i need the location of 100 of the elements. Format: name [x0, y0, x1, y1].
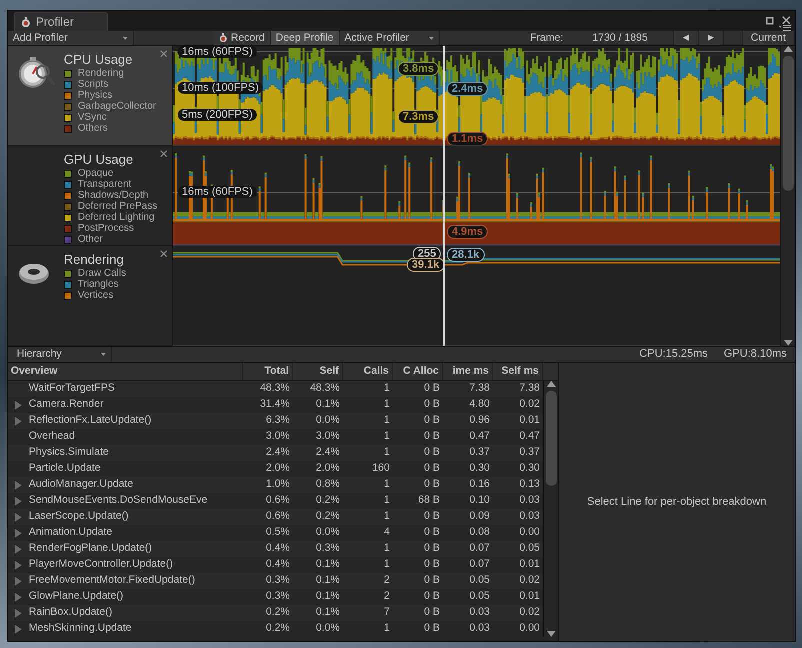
record-button[interactable]: Record	[214, 31, 271, 45]
function-name[interactable]: PlayerMoveController.Update()	[29, 557, 174, 573]
table-cell-text: 0 B	[423, 381, 441, 396]
legend-label: Deferred Lighting	[78, 212, 155, 223]
table-cell-text: 0.01	[518, 589, 541, 604]
value-label: 2.4ms	[447, 82, 488, 96]
profiler-title: CPU Usage	[64, 52, 134, 67]
scrollbar[interactable]	[780, 46, 795, 346]
column-header[interactable]: C Alloc	[393, 363, 443, 380]
active-profiler-dropdown[interactable]: Active Profiler	[340, 31, 440, 45]
function-name[interactable]: MeshSkinning.Update	[29, 621, 132, 637]
table-cell-text: 0.01	[518, 413, 541, 428]
function-name[interactable]: GlowPlane.Update()	[29, 589, 124, 605]
table-cell-text: 2.0%	[315, 461, 341, 476]
table-cell-text: 0 B	[423, 477, 441, 492]
maximize-icon[interactable]	[766, 16, 774, 24]
table-cell-text: 1	[383, 477, 391, 492]
table-cell-text: 0.1%	[315, 557, 341, 572]
next-frame-button[interactable]: ▶	[698, 31, 724, 45]
table-cell-text: 2.4%	[265, 445, 291, 460]
table-cell-text: 0.09	[468, 509, 491, 524]
table-cell-text: 4.80	[468, 397, 491, 412]
placeholder-message: Select Line for per-object breakdown	[587, 494, 767, 510]
deep-profile-button[interactable]: Deep Profile	[270, 31, 340, 45]
function-name[interactable]: ReflectionFx.LateUpdate()	[29, 413, 152, 429]
scrollbar[interactable]	[543, 381, 558, 637]
table-cell-text: 0 B	[423, 509, 441, 524]
table-cell-text: 1	[383, 397, 391, 412]
function-name[interactable]: RenderFogPlane.Update()	[29, 541, 152, 557]
column-header[interactable]: ime ms	[443, 363, 493, 380]
column-header[interactable]: Overview	[8, 363, 243, 380]
table-cell-text: 1	[383, 429, 391, 444]
table-cell-text: 31.4%	[259, 397, 291, 412]
table-cell-text: 0 B	[423, 429, 441, 444]
table-cell-text: 0.0%	[315, 621, 341, 636]
function-name[interactable]: WaitForTargetFPS	[29, 381, 115, 397]
function-name[interactable]: RainBox.Update()	[29, 605, 112, 621]
table-cell-text: 160	[371, 461, 391, 476]
legend-label: PostProcess	[78, 223, 134, 234]
table-cell-text: 0 B	[423, 557, 441, 572]
table-cell-text: 2	[383, 589, 391, 604]
profiler-panel[interactable]: GPU Usage Opaque Transparent Shadows/Depth Deferred PrePass Deferred Lighting PostProcess Other	[8, 146, 172, 246]
column-header[interactable]: Self	[293, 363, 343, 380]
legend-label: Others	[78, 123, 108, 134]
function-name[interactable]: AudioManager.Update	[29, 477, 134, 493]
table-cell-text: 0.03	[518, 509, 541, 524]
previous-frame-button[interactable]: ◀	[672, 31, 699, 45]
close-icon[interactable]	[782, 16, 791, 25]
table-cell-text: 0.5%	[265, 525, 291, 540]
legend-label: Shadows/Depth	[78, 190, 149, 201]
function-name[interactable]: Overhead	[29, 429, 76, 445]
table-cell-text: 0.8%	[315, 477, 341, 492]
column-header[interactable]: Self ms	[493, 363, 543, 380]
table-cell-text: 0.13	[518, 477, 541, 492]
legend-label: Vertices	[78, 290, 114, 301]
cpu-time: CPU:15.25ms	[640, 347, 708, 362]
table-cell-text: 48.3%	[259, 381, 291, 396]
function-name[interactable]: Physics.Simulate	[29, 445, 109, 461]
table-cell-text: 0.03	[468, 605, 491, 620]
threshold-label: 10ms (100FPS)	[178, 82, 264, 94]
table-cell-text: 0.05	[468, 589, 491, 604]
close-icon[interactable]	[160, 250, 168, 258]
function-name[interactable]: LaserScope.Update()	[29, 509, 129, 525]
function-name[interactable]: Animation.Update	[29, 525, 112, 541]
add-profiler-dropdown[interactable]: Add Profiler	[8, 31, 134, 45]
profiler-tab[interactable]: Profiler	[14, 12, 108, 31]
function-name[interactable]: Particle.Update	[29, 461, 101, 477]
column-header[interactable]: Total	[243, 363, 293, 380]
function-name[interactable]: SendMouseEvents.DoSendMouseEve	[29, 493, 208, 509]
scrollbar-thumb[interactable]	[546, 391, 556, 486]
table-cell-text: 0.08	[468, 525, 491, 540]
frame-label: Frame:	[529, 31, 565, 45]
table-cell-text: 0 B	[423, 445, 441, 460]
table-cell-text: 1	[383, 381, 391, 396]
table-cell-text: 1	[383, 493, 391, 508]
profiler-panel[interactable]: CPU Usage Rendering Scripts Physics GarbageCollector VSync Others	[8, 46, 172, 146]
table-cell-text: 0.02	[518, 605, 541, 620]
scrollbar-thumb[interactable]	[782, 56, 794, 191]
current-frame-button[interactable]: Current	[742, 31, 795, 45]
column-header[interactable]: Calls	[343, 363, 393, 380]
table-cell-text: 0.37	[518, 445, 541, 460]
table-cell-text: 0.1%	[315, 397, 341, 412]
table-cell-text: 0.3%	[265, 589, 291, 604]
close-icon[interactable]	[160, 150, 168, 158]
table-cell-text: 1	[383, 509, 391, 524]
function-name[interactable]: FreeMovementMotor.FixedUpdate()	[29, 573, 196, 589]
menu-icon[interactable]	[779, 25, 791, 31]
table-cell-text: 68 B	[417, 493, 441, 508]
legend-label: GarbageCollector	[78, 101, 156, 112]
table-cell-text: 0.1%	[315, 605, 341, 620]
legend-label: VSync	[78, 112, 107, 123]
profiler-panel[interactable]: Rendering Draw Calls Triangles Vertices	[8, 246, 172, 346]
close-icon[interactable]	[160, 50, 168, 58]
value-label: 1.1ms	[447, 132, 488, 145]
value-label: 28.1k	[447, 248, 485, 262]
table-cell-text: 0 B	[423, 573, 441, 588]
legend-label: Deferred PrePass	[78, 201, 158, 212]
table-cell-text: 2	[383, 573, 391, 588]
legend-label: Other	[78, 234, 104, 245]
function-name[interactable]: Camera.Render	[29, 397, 104, 413]
